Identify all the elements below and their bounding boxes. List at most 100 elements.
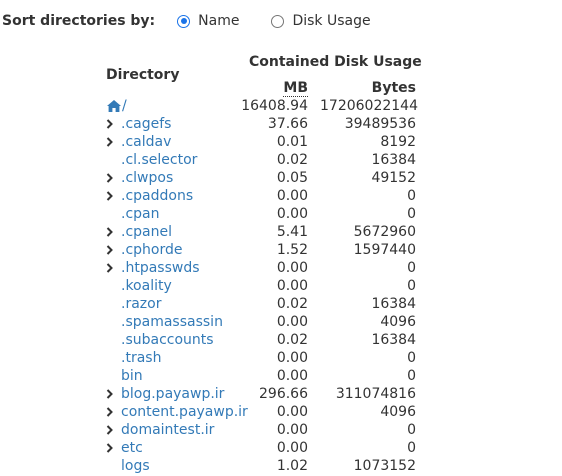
directory-link[interactable]: .razor [121, 295, 161, 313]
table-row: .cpaddons 0.00 0 [104, 187, 424, 205]
table-row: .htpasswds 0.00 0 [104, 259, 424, 277]
mb-value: 37.66 [267, 116, 308, 132]
table-row: etc 0.00 0 [104, 439, 424, 457]
root-row: / 16408.94 17206022144 [104, 97, 424, 115]
mb-value: 0.02 [276, 296, 308, 312]
root-directory-link[interactable]: / [106, 97, 127, 115]
chevron-right-icon[interactable] [106, 241, 116, 259]
table-row: blog.payawp.ir 296.66 311074816 [104, 385, 424, 403]
directory-link[interactable]: .cpaddons [121, 187, 193, 205]
bytes-value: 0 [407, 422, 416, 438]
mb-value: 0.02 [276, 332, 308, 348]
directory-link[interactable]: .cagefs [121, 115, 171, 133]
mb-value: 0.01 [276, 134, 308, 150]
sort-by-disk-usage-label[interactable]: Disk Usage [292, 13, 370, 29]
bytes-value: 16384 [371, 296, 416, 312]
directory-link[interactable]: .clwpos [121, 169, 173, 187]
bytes-value: 39489536 [344, 116, 416, 132]
chevron-right-icon[interactable] [106, 439, 116, 457]
chevron-right-icon[interactable] [106, 259, 116, 277]
chevron-right-icon[interactable] [106, 385, 116, 403]
bytes-value: 1073152 [353, 458, 416, 474]
table-row: logs 1.02 1073152 [104, 457, 424, 475]
mb-value: 0.00 [276, 188, 308, 204]
directory-link[interactable]: bin [121, 367, 143, 385]
mb-value: 0.00 [276, 278, 308, 294]
table-row: .caldav 0.01 8192 [104, 133, 424, 151]
directory-link[interactable]: .spamassassin [121, 313, 223, 331]
directory-link[interactable]: .subaccounts [121, 331, 214, 349]
chevron-right-icon[interactable] [106, 223, 116, 241]
table-row: .razor 0.02 16384 [104, 295, 424, 313]
contained-disk-usage-header: Contained Disk Usage [249, 54, 422, 70]
bytes-value: 16384 [371, 152, 416, 168]
chevron-right-icon[interactable] [106, 187, 116, 205]
table-row: .cagefs 37.66 39489536 [104, 115, 424, 133]
table-row: .spamassassin 0.00 4096 [104, 313, 424, 331]
mb-value: 296.66 [259, 386, 308, 402]
table-row: .clwpos 0.05 49152 [104, 169, 424, 187]
mb-header-label: MB [283, 80, 308, 97]
root-directory-label[interactable]: / [122, 97, 127, 115]
directory-link[interactable]: .cpanel [121, 223, 172, 241]
table-row: domaintest.ir 0.00 0 [104, 421, 424, 439]
table-row: .subaccounts 0.02 16384 [104, 331, 424, 349]
mb-value: 1.02 [276, 458, 308, 474]
sort-by-name-option[interactable]: Name [177, 13, 239, 29]
table-row: .cl.selector 0.02 16384 [104, 151, 424, 169]
mb-value: 0.00 [276, 422, 308, 438]
directory-link[interactable]: .cphorde [121, 241, 182, 259]
directory-link[interactable]: .trash [121, 349, 161, 367]
directory-link[interactable]: content.payawp.ir [121, 403, 248, 421]
bytes-value: 16384 [371, 332, 416, 348]
mb-value: 0.00 [276, 206, 308, 222]
mb-value: 1.52 [276, 242, 308, 258]
sort-label: Sort directories by: [2, 13, 156, 29]
bytes-value: 4096 [380, 404, 416, 420]
mb-value: 0.00 [276, 260, 308, 276]
mb-value: 0.00 [276, 440, 308, 456]
mb-value: 0.05 [276, 170, 308, 186]
mb-value: 0.00 [276, 314, 308, 330]
sort-by-name-label[interactable]: Name [198, 13, 239, 29]
table-row: .trash 0.00 0 [104, 349, 424, 367]
mb-value: 0.00 [276, 350, 308, 366]
directory-link[interactable]: .caldav [121, 133, 171, 151]
bytes-value: 0 [407, 188, 416, 204]
bytes-value: 0 [407, 278, 416, 294]
table-row: .cpan 0.00 0 [104, 205, 424, 223]
bytes-value: 0 [407, 368, 416, 384]
bytes-value: 5672960 [353, 224, 416, 240]
home-icon [107, 100, 121, 112]
directory-header: Directory [106, 67, 180, 83]
bytes-value: 49152 [371, 170, 416, 186]
directory-link[interactable]: .koality [121, 277, 172, 295]
bytes-value: 4096 [380, 314, 416, 330]
mb-value: 0.00 [276, 404, 308, 420]
directory-link[interactable]: .cl.selector [121, 151, 197, 169]
directory-link[interactable]: blog.payawp.ir [121, 385, 224, 403]
bytes-value: 0 [407, 206, 416, 222]
directory-link[interactable]: domaintest.ir [121, 421, 214, 439]
sort-by-name-radio[interactable] [177, 14, 191, 28]
chevron-right-icon[interactable] [106, 421, 116, 439]
chevron-right-icon[interactable] [106, 133, 116, 151]
root-mb-value: 16408.94 [241, 98, 308, 114]
table-row: .koality 0.00 0 [104, 277, 424, 295]
directory-link[interactable]: .htpasswds [121, 259, 200, 277]
sort-by-disk-usage-option[interactable]: Disk Usage [271, 13, 371, 29]
table-row: bin 0.00 0 [104, 367, 424, 385]
bytes-value: 0 [407, 260, 416, 276]
directory-link[interactable]: etc [121, 439, 143, 457]
chevron-right-icon[interactable] [106, 115, 116, 133]
directory-link[interactable]: .cpan [121, 205, 160, 223]
sort-by-disk-usage-radio[interactable] [271, 14, 285, 28]
directory-link[interactable]: logs [121, 457, 150, 475]
chevron-right-icon[interactable] [106, 169, 116, 187]
mb-value: 5.41 [276, 224, 308, 240]
directory-rows: .cagefs 37.66 39489536 .caldav 0.01 8192 .cl.s… [104, 115, 424, 475]
mb-value: 0.02 [276, 152, 308, 168]
bytes-header: Bytes [371, 80, 416, 96]
mb-header: MB [240, 80, 308, 97]
chevron-right-icon[interactable] [106, 403, 116, 421]
